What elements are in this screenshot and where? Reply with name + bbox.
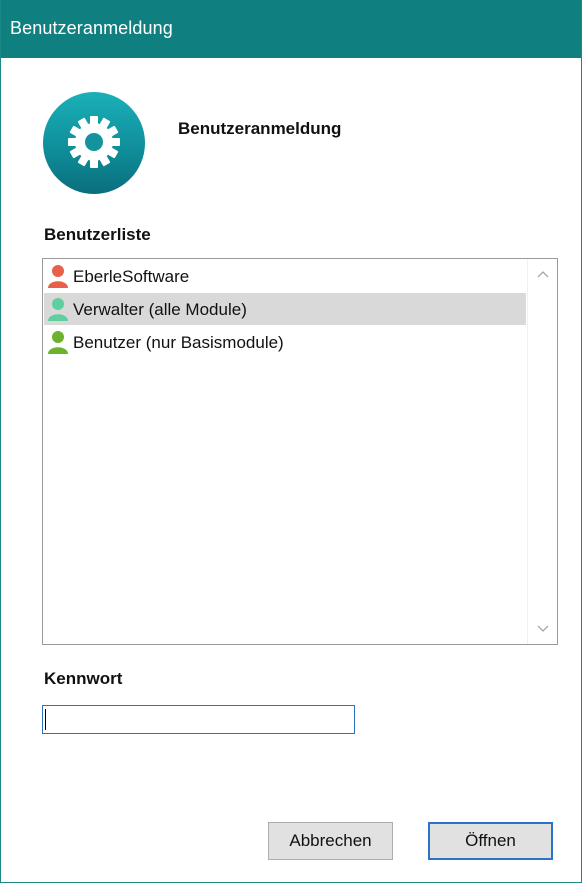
list-item-label: EberleSoftware [73, 267, 190, 286]
login-dialog: Benutzeranmeldung Benutzeranmeldung Benu… [0, 0, 582, 883]
vertical-scrollbar[interactable] [527, 259, 557, 644]
list-item[interactable]: EberleSoftware [44, 260, 526, 292]
scroll-down-icon[interactable] [528, 618, 557, 640]
user-icon [47, 297, 69, 321]
list-item[interactable]: Benutzer (nur Basismodule) [44, 326, 526, 358]
scroll-up-icon[interactable] [528, 263, 557, 285]
list-item-label: Benutzer (nur Basismodule) [73, 333, 284, 352]
window-title: Benutzeranmeldung [10, 18, 173, 38]
cancel-button[interactable]: Abbrechen [268, 822, 393, 860]
user-icon [47, 330, 69, 354]
open-button[interactable]: Öffnen [428, 822, 553, 860]
title-bar[interactable]: Benutzeranmeldung [1, 0, 581, 58]
password-input[interactable] [42, 705, 355, 734]
userlist-label: Benutzerliste [44, 225, 151, 244]
user-listbox[interactable]: EberleSoftware Verwalter (alle Module) B… [42, 258, 558, 645]
list-item-label: Verwalter (alle Module) [73, 300, 247, 319]
user-icon [47, 264, 69, 288]
text-caret [45, 709, 46, 730]
password-label: Kennwort [44, 669, 123, 688]
header-title: Benutzeranmeldung [178, 119, 342, 138]
gear-icon [43, 92, 145, 194]
list-item[interactable]: Verwalter (alle Module) [44, 293, 526, 325]
